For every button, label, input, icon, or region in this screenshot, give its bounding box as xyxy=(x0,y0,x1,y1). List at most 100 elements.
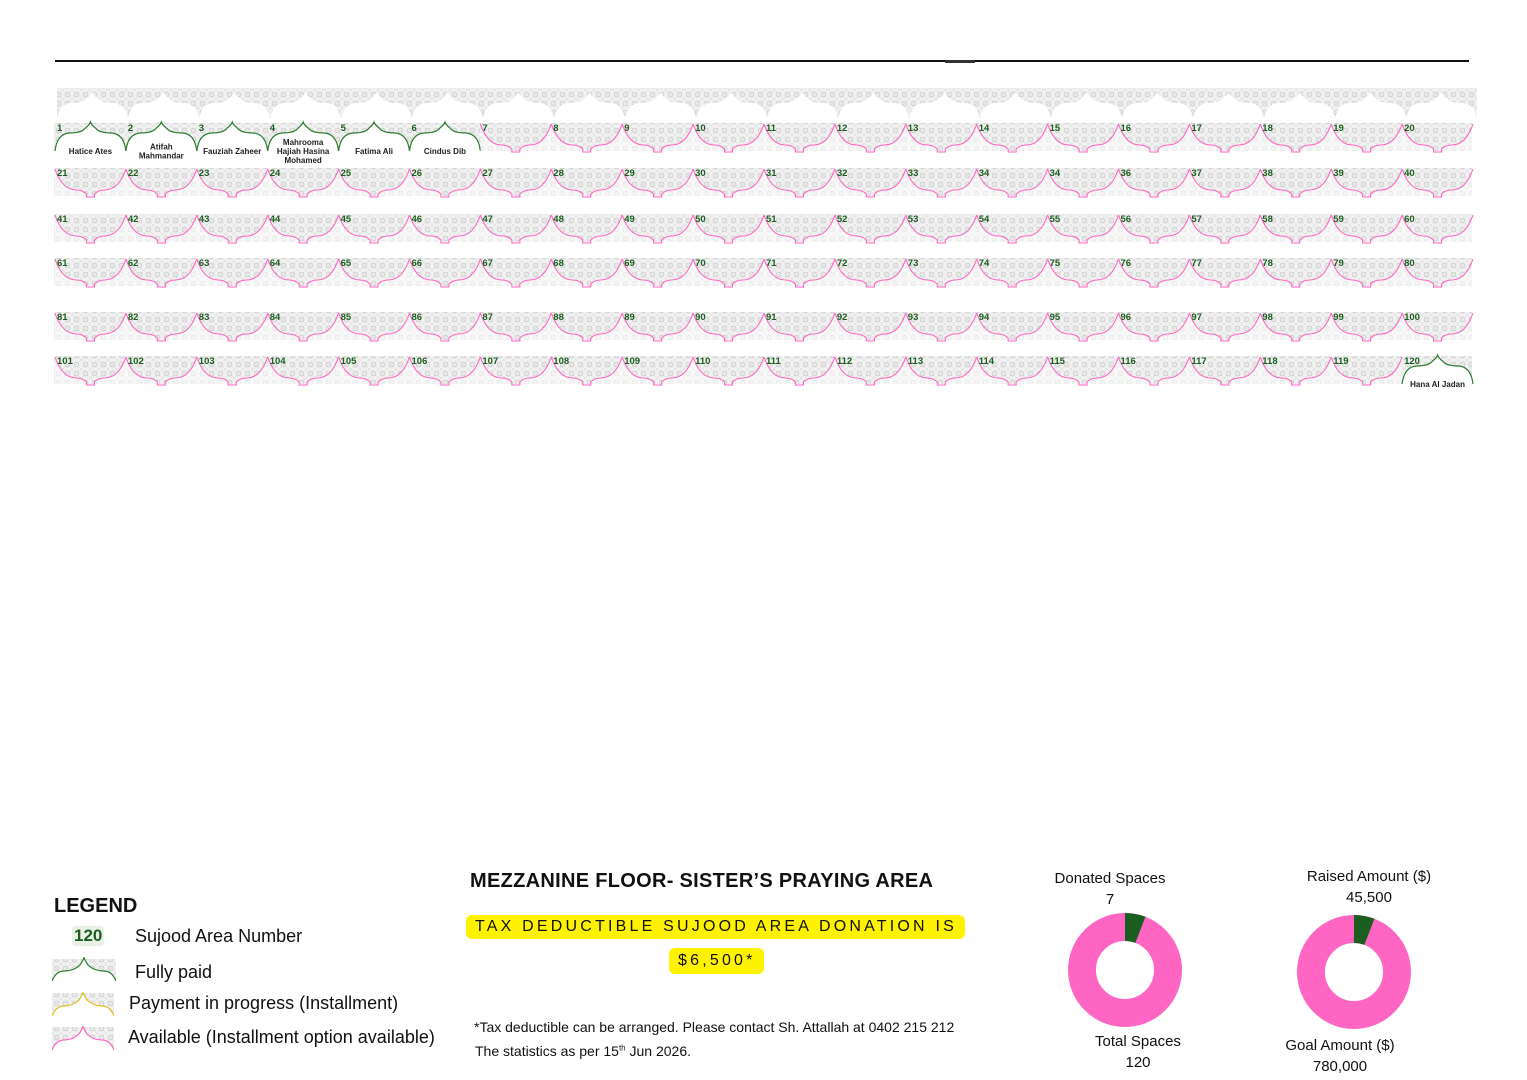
space-number: 40 xyxy=(1404,168,1415,179)
goal-amount-label: Goal Amount ($) xyxy=(1285,1037,1395,1054)
space-number: 62 xyxy=(128,258,139,269)
space-number: 50 xyxy=(695,214,706,225)
space-number: 56 xyxy=(1121,214,1132,225)
space-number: 79 xyxy=(1333,258,1344,269)
space-number: 117 xyxy=(1191,356,1206,367)
space-number: 52 xyxy=(837,214,848,225)
legend-number-label: Sujood Area Number xyxy=(135,926,303,946)
total-spaces-label: Total Spaces xyxy=(1095,1033,1181,1050)
donor-name: Cindus Dib xyxy=(424,147,466,156)
space-number: 82 xyxy=(128,312,139,323)
space-number: 9 xyxy=(624,123,629,134)
space-number: 7 xyxy=(482,123,487,134)
space-number: 101 xyxy=(57,356,74,367)
arch-band-background xyxy=(57,88,1477,118)
space-number: 10 xyxy=(695,123,706,134)
seat-row: 101 102 103 104 105 106 107 108 109 110 111 112 113 1… xyxy=(54,353,1474,389)
space-number: 25 xyxy=(341,168,352,179)
donor-name: Mohamed xyxy=(284,156,321,165)
space-number: 13 xyxy=(908,123,919,134)
space-number: 58 xyxy=(1262,214,1273,225)
space-number: 24 xyxy=(270,168,281,179)
space-number: 26 xyxy=(412,168,423,179)
space-number: 48 xyxy=(553,214,564,225)
space-number: 28 xyxy=(553,168,564,179)
statistics-date-note: The statistics as per 15th Jun 2026. xyxy=(475,1043,692,1059)
donor-name: Atifah xyxy=(150,143,173,152)
space-number: 15 xyxy=(1050,123,1061,134)
space-number: 78 xyxy=(1262,258,1273,269)
space-number: 107 xyxy=(482,356,498,367)
legend-fully-paid-label: Fully paid xyxy=(135,962,213,982)
space-number: 47 xyxy=(482,214,493,225)
space-number: 69 xyxy=(624,258,635,269)
space-number: 108 xyxy=(553,356,569,367)
space-number: 92 xyxy=(837,312,848,323)
space-number: 36 xyxy=(1121,168,1132,179)
space-number: 71 xyxy=(766,258,777,269)
space-number: 34 xyxy=(979,168,990,179)
space-number: 8 xyxy=(553,123,558,134)
space-number: 72 xyxy=(837,258,848,269)
space-number: 106 xyxy=(412,356,428,367)
space-number: 55 xyxy=(1050,214,1061,225)
donation-highlight-line2: $6,500* xyxy=(669,948,764,974)
space-number: 119 xyxy=(1333,356,1348,367)
space-number: 39 xyxy=(1333,168,1344,179)
space-number: 61 xyxy=(57,258,68,269)
space-number: 21 xyxy=(57,168,68,179)
space-number: 51 xyxy=(766,214,777,225)
space-number: 22 xyxy=(128,168,139,179)
donor-name: Hajiah Hasina xyxy=(277,147,330,156)
space-number: 88 xyxy=(553,312,564,323)
seat-row: 21 22 23 24 25 26 27 28 29 30 31 32 33 34 34 36 37 38 39 40 xyxy=(54,168,1474,198)
space-number: 6 xyxy=(412,123,417,134)
space-number: 30 xyxy=(695,168,706,179)
space-number: 73 xyxy=(908,258,919,269)
donor-name: Fatima Ali xyxy=(355,147,393,156)
space-number: 84 xyxy=(270,312,281,323)
space-number: 94 xyxy=(979,312,990,323)
space-number: 16 xyxy=(1121,123,1132,134)
legend-swatch-in-progress xyxy=(52,991,114,1018)
space-number: 93 xyxy=(908,312,919,323)
space-number: 31 xyxy=(766,168,777,179)
donor-name: Hana Al Jadan xyxy=(1410,380,1465,389)
space-number: 29 xyxy=(624,168,635,179)
space-number: 64 xyxy=(270,258,281,269)
space-number: 32 xyxy=(837,168,848,179)
space-number: 105 xyxy=(341,356,358,367)
space-number: 99 xyxy=(1333,312,1344,323)
space-number: 59 xyxy=(1333,214,1344,225)
space-number: 90 xyxy=(695,312,706,323)
space-number: 54 xyxy=(979,214,990,225)
seat-row: Hatice Ates 1 AtifahMahmandar 2 Fauziah Zahe… xyxy=(54,120,1474,165)
space-number: 43 xyxy=(199,214,210,225)
donor-name: Hatice Ates xyxy=(69,147,113,156)
space-number: 2 xyxy=(128,123,133,134)
space-number: 89 xyxy=(624,312,635,323)
legend-available-label: Available (Installment option available) xyxy=(128,1027,435,1047)
space-number: 98 xyxy=(1262,312,1273,323)
space-number: 34 xyxy=(1050,168,1061,179)
space-number: 111 xyxy=(766,356,782,367)
space-number: 80 xyxy=(1404,258,1415,269)
donor-name: Mahrooma xyxy=(283,138,324,147)
donated-spaces-donut xyxy=(1068,913,1182,1027)
space-number: 4 xyxy=(270,123,276,134)
space-number: 81 xyxy=(57,312,68,323)
legend-title: LEGEND xyxy=(54,895,138,917)
space-number: 33 xyxy=(908,168,919,179)
space-number: 18 xyxy=(1262,123,1273,134)
donated-spaces-value: 7 xyxy=(1105,891,1115,908)
space-number: 1 xyxy=(57,123,63,134)
space-number: 100 xyxy=(1404,312,1420,323)
space-number: 60 xyxy=(1404,214,1415,225)
space-number: 17 xyxy=(1191,123,1202,134)
space-number: 11 xyxy=(766,123,777,134)
space-number: 23 xyxy=(199,168,210,179)
space-number: 65 xyxy=(341,258,352,269)
goal-amount-value: 780,000 xyxy=(1312,1058,1368,1075)
space-number: 41 xyxy=(57,214,68,225)
legend-swatch-available xyxy=(52,1025,114,1052)
